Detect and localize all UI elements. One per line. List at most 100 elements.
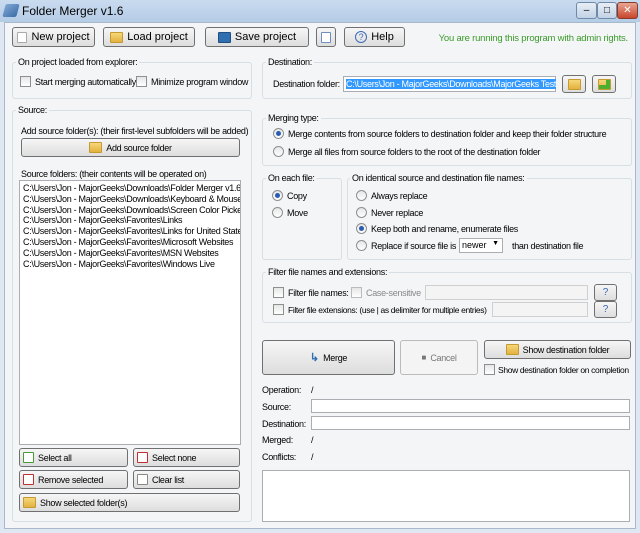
select-none-label: Select none [152,452,197,463]
save-icon [217,31,231,43]
show-destination-label: Show destination folder [522,344,610,355]
filter-extensions-help-button[interactable]: ? [594,301,617,318]
never-replace-label: Never replace [371,208,424,218]
destination-folder-input[interactable]: C:\Users\Jon - MajorGeeks\Downloads\Majo… [343,76,556,92]
cancel-label: Cancel [430,352,457,363]
maximize-button[interactable]: □ [597,2,617,19]
operation-value: / [311,385,314,395]
destination-folder-label: Destination folder: [273,79,340,89]
replace-if-label: Replace if source file is [371,241,457,251]
always-replace-radio[interactable] [356,190,367,201]
add-source-folder-button[interactable]: Add source folder [21,138,240,157]
folder-open-icon [110,31,124,43]
merged-label: Merged: [262,435,293,445]
merge-keep-structure-label: Merge contents from source folders to de… [288,129,607,139]
case-sensitive-label: Case-sensitive [366,288,421,298]
never-replace-radio[interactable] [356,207,367,218]
help-label: Help [371,31,394,43]
select-none-button[interactable]: Select none [133,448,240,467]
list-item[interactable]: C:\Users\Jon - MajorGeeks\Favorites\Wind… [23,259,237,270]
move-radio[interactable] [272,207,283,218]
minimize-window-checkbox[interactable] [136,76,147,87]
filter-names-label: Filter file names: [288,288,349,298]
dropdown-value: newer [462,240,487,250]
browse-destination-button[interactable] [562,75,586,93]
admin-notice: You are running this program with admin … [438,33,629,44]
list-item[interactable]: C:\Users\Jon - MajorGeeks\Downloads\Scre… [23,205,240,216]
show-selected-folders-button[interactable]: Show selected folder(s) [19,493,240,512]
clear-list-icon [137,474,148,485]
list-item[interactable]: C:\Users\Jon - MajorGeeks\Downloads\Keyb… [23,194,240,205]
newer-older-dropdown[interactable]: newer ▼ [459,238,503,253]
log-textarea[interactable] [262,470,630,522]
start-merging-label: Start merging automatically [35,77,136,87]
save-project-label: Save project [234,31,297,43]
cancel-button[interactable]: ■ Cancel [400,340,478,375]
source-folders-list[interactable]: C:\Users\Jon - MajorGeeks\Downloads\Fold… [19,180,241,445]
select-none-icon [137,452,148,463]
folder-check-icon [505,344,519,355]
show-destination-on-completion-checkbox[interactable] [484,364,495,375]
list-item[interactable]: C:\Users\Jon - MajorGeeks\Favorites\Link… [23,226,240,237]
keep-both-label: Keep both and rename, enumerate files [371,224,519,234]
save-project-button[interactable]: Save project [205,27,309,47]
filter-names-help-button[interactable]: ? [594,284,617,301]
each-file-title: On each file: [266,173,317,183]
conflicts-value: / [311,452,314,462]
filter-extensions-input[interactable] [492,302,588,317]
minimize-window-label: Minimize program window [151,77,249,87]
new-document-icon [17,31,28,43]
list-item[interactable]: C:\Users\Jon - MajorGeeks\Downloads\Fold… [23,183,240,194]
new-project-button[interactable]: New project [12,27,95,47]
merge-icon: ↳ [309,352,320,364]
operation-label: Operation: [262,385,302,395]
load-project-label: Load project [127,31,188,43]
stop-icon: ■ [421,353,427,362]
folder-icon [567,78,581,90]
source-folders-label: Source folders: (their contents will be … [21,169,207,179]
edit-document-icon [321,31,331,43]
list-item[interactable]: C:\Users\Jon - MajorGeeks\Favorites\Link… [23,215,237,226]
merge-to-root-label: Merge all files from source folders to t… [288,147,541,157]
filter-names-checkbox[interactable] [273,287,284,298]
filter-names-input[interactable] [425,285,588,300]
list-item[interactable]: C:\Users\Jon - MajorGeeks\Favorites\MSN … [23,248,237,259]
merging-type-title: Merging type: [266,113,321,123]
select-all-button[interactable]: Select all [19,448,128,467]
show-selected-label: Show selected folder(s) [40,497,128,508]
open-destination-button[interactable] [592,75,616,93]
merging-type-group [262,118,632,166]
minimize-button[interactable]: – [576,2,597,19]
clear-list-label: Clear list [152,474,185,485]
select-all-icon [23,452,34,463]
help-button[interactable]: ? Help [344,27,405,47]
destination-folder-value: C:\Users\Jon - MajorGeeks\Downloads\Majo… [346,79,557,89]
merge-keep-structure-radio[interactable] [273,128,284,139]
edit-project-button[interactable] [316,27,336,47]
merge-label: Merge [323,352,348,363]
merge-button[interactable]: ↳ Merge [262,340,395,375]
move-label: Move [287,208,308,218]
filter-extensions-checkbox[interactable] [273,304,284,315]
keep-both-radio[interactable] [356,223,367,234]
replace-if-radio[interactable] [356,240,367,251]
show-destination-on-completion-label: Show destination folder on completion [498,365,629,375]
new-project-label: New project [31,31,90,43]
list-item[interactable]: C:\Users\Jon - MajorGeeks\Favorites\Micr… [23,237,237,248]
copy-radio[interactable] [272,190,283,201]
start-merging-checkbox[interactable] [20,76,31,87]
case-sensitive-checkbox[interactable] [351,287,362,298]
destination-title: Destination: [266,57,314,67]
clear-list-button[interactable]: Clear list [133,470,240,489]
always-replace-label: Always replace [371,191,428,201]
window-title: Folder Merger v1.6 [22,4,124,18]
show-destination-folder-button[interactable]: Show destination folder [484,340,631,359]
load-project-button[interactable]: Load project [103,27,195,47]
source-status-label: Source: [262,402,291,412]
merge-to-root-radio[interactable] [273,146,284,157]
close-button[interactable]: ✕ [617,2,638,19]
add-source-hint: Add source folder(s): (their first-level… [21,126,249,136]
remove-icon [23,474,34,485]
remove-selected-label: Remove selected [38,474,104,485]
remove-selected-button[interactable]: Remove selected [19,470,128,489]
